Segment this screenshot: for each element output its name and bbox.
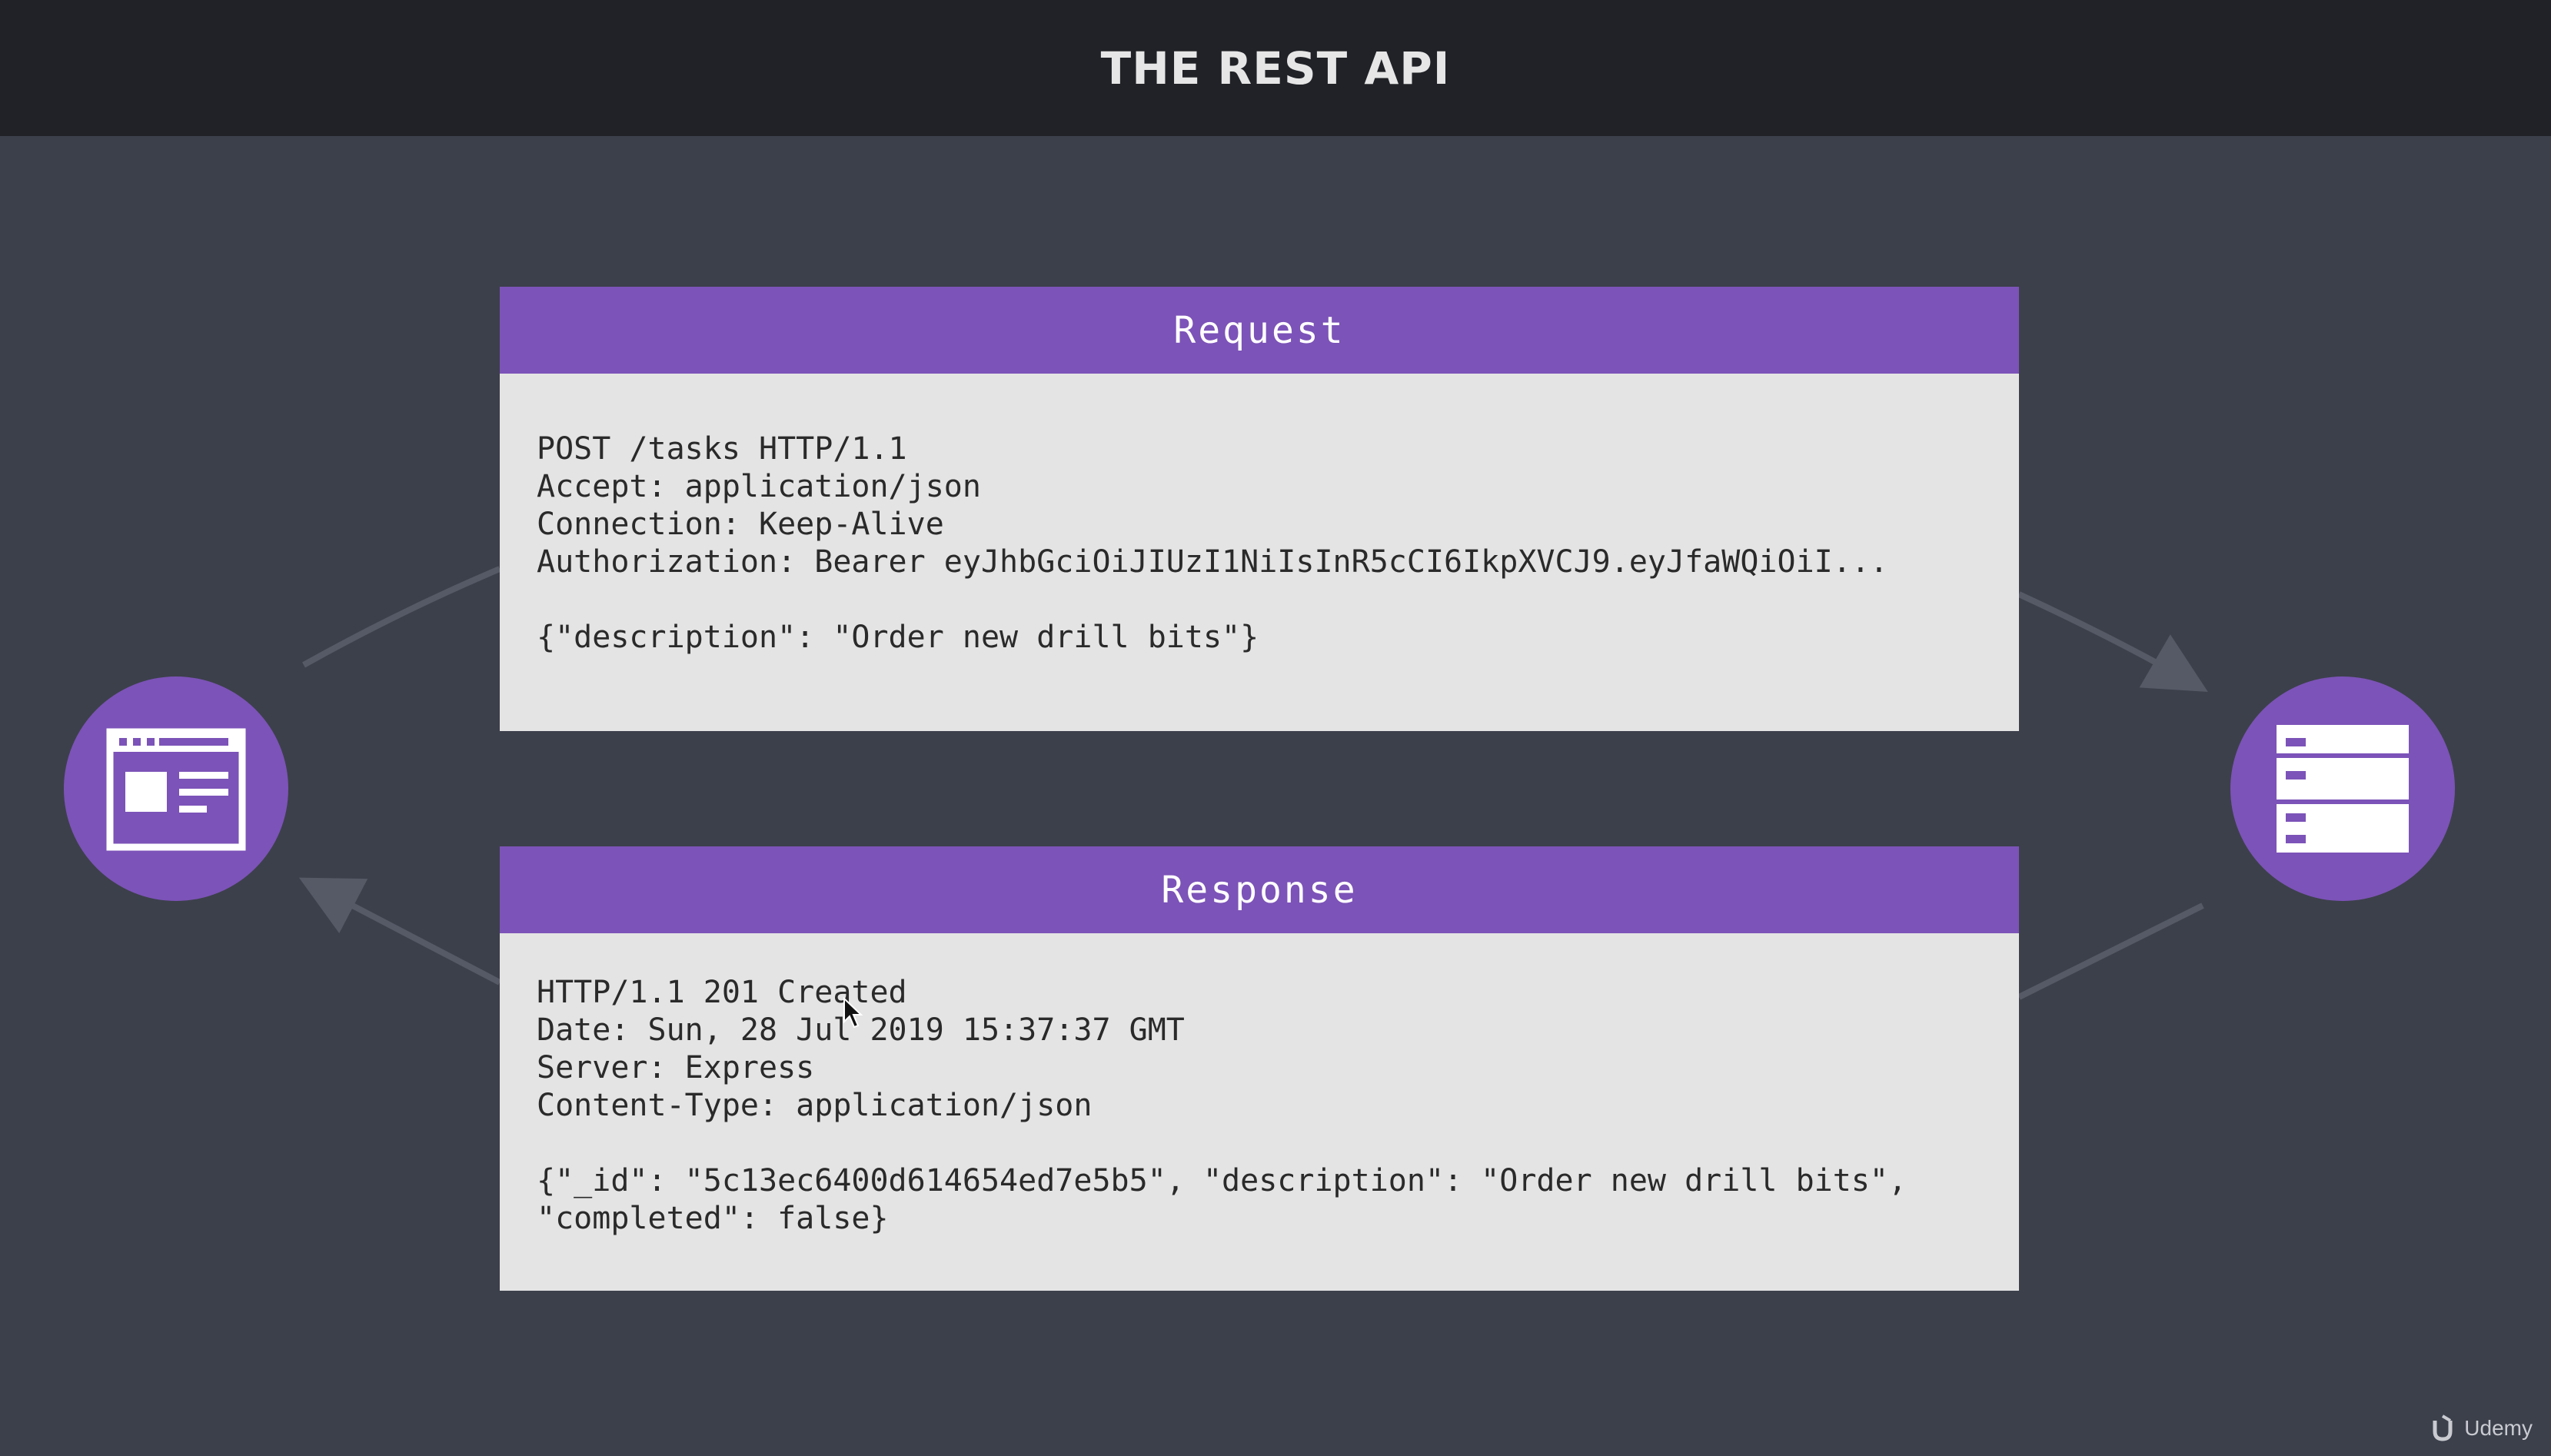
response-arrow-right [2017, 903, 2204, 1000]
request-line-blank [537, 581, 1982, 619]
slide: THE REST API Request POST /tasks HTTP/1.… [0, 0, 2551, 1456]
request-line: Connection: Keep-Alive [537, 507, 944, 542]
response-header: Response [500, 846, 2019, 933]
request-title: Request [1173, 308, 1345, 352]
response-line: "completed": false} [537, 1201, 889, 1236]
udemy-logo-icon [2433, 1414, 2453, 1441]
response-line: Date: Sun, 28 Jul 2019 15:37:37 GMT [537, 1012, 1185, 1048]
request-line: {"description": "Order new drill bits"} [537, 620, 1259, 655]
response-line: {"_id": "5c13ec6400d614654ed7e5b5", "des… [537, 1163, 1907, 1198]
request-arrow-right [2017, 591, 2208, 693]
response-title: Response [1161, 868, 1358, 912]
response-line: HTTP/1.1 201 Created [537, 975, 907, 1010]
request-line: POST /tasks HTTP/1.1 [537, 431, 907, 467]
response-line-blank [537, 1125, 1982, 1162]
response-body: HTTP/1.1 201 Created Date: Sun, 28 Jul 2… [500, 933, 2019, 1238]
udemy-watermark: Udemy [2430, 1414, 2533, 1442]
response-line: Content-Type: application/json [537, 1088, 1093, 1123]
request-arrow-left [302, 566, 501, 668]
mouse-cursor-icon [843, 997, 863, 1029]
browser-window-icon [106, 728, 246, 851]
server-icon [2277, 725, 2409, 853]
request-panel: Request POST /tasks HTTP/1.1 Accept: app… [500, 287, 2019, 731]
response-arrow-left [298, 877, 501, 986]
request-header: Request [500, 287, 2019, 374]
response-line: Server: Express [537, 1050, 815, 1085]
udemy-watermark-text: Udemy [2464, 1416, 2533, 1440]
response-panel: Response HTTP/1.1 201 Created Date: Sun,… [500, 846, 2019, 1291]
client-node [64, 676, 288, 901]
server-node [2230, 676, 2455, 901]
request-line: Accept: application/json [537, 469, 981, 504]
request-body: POST /tasks HTTP/1.1 Accept: application… [500, 374, 2019, 657]
request-line: Authorization: Bearer eyJhbGciOiJIUzI1Ni… [537, 544, 1888, 580]
